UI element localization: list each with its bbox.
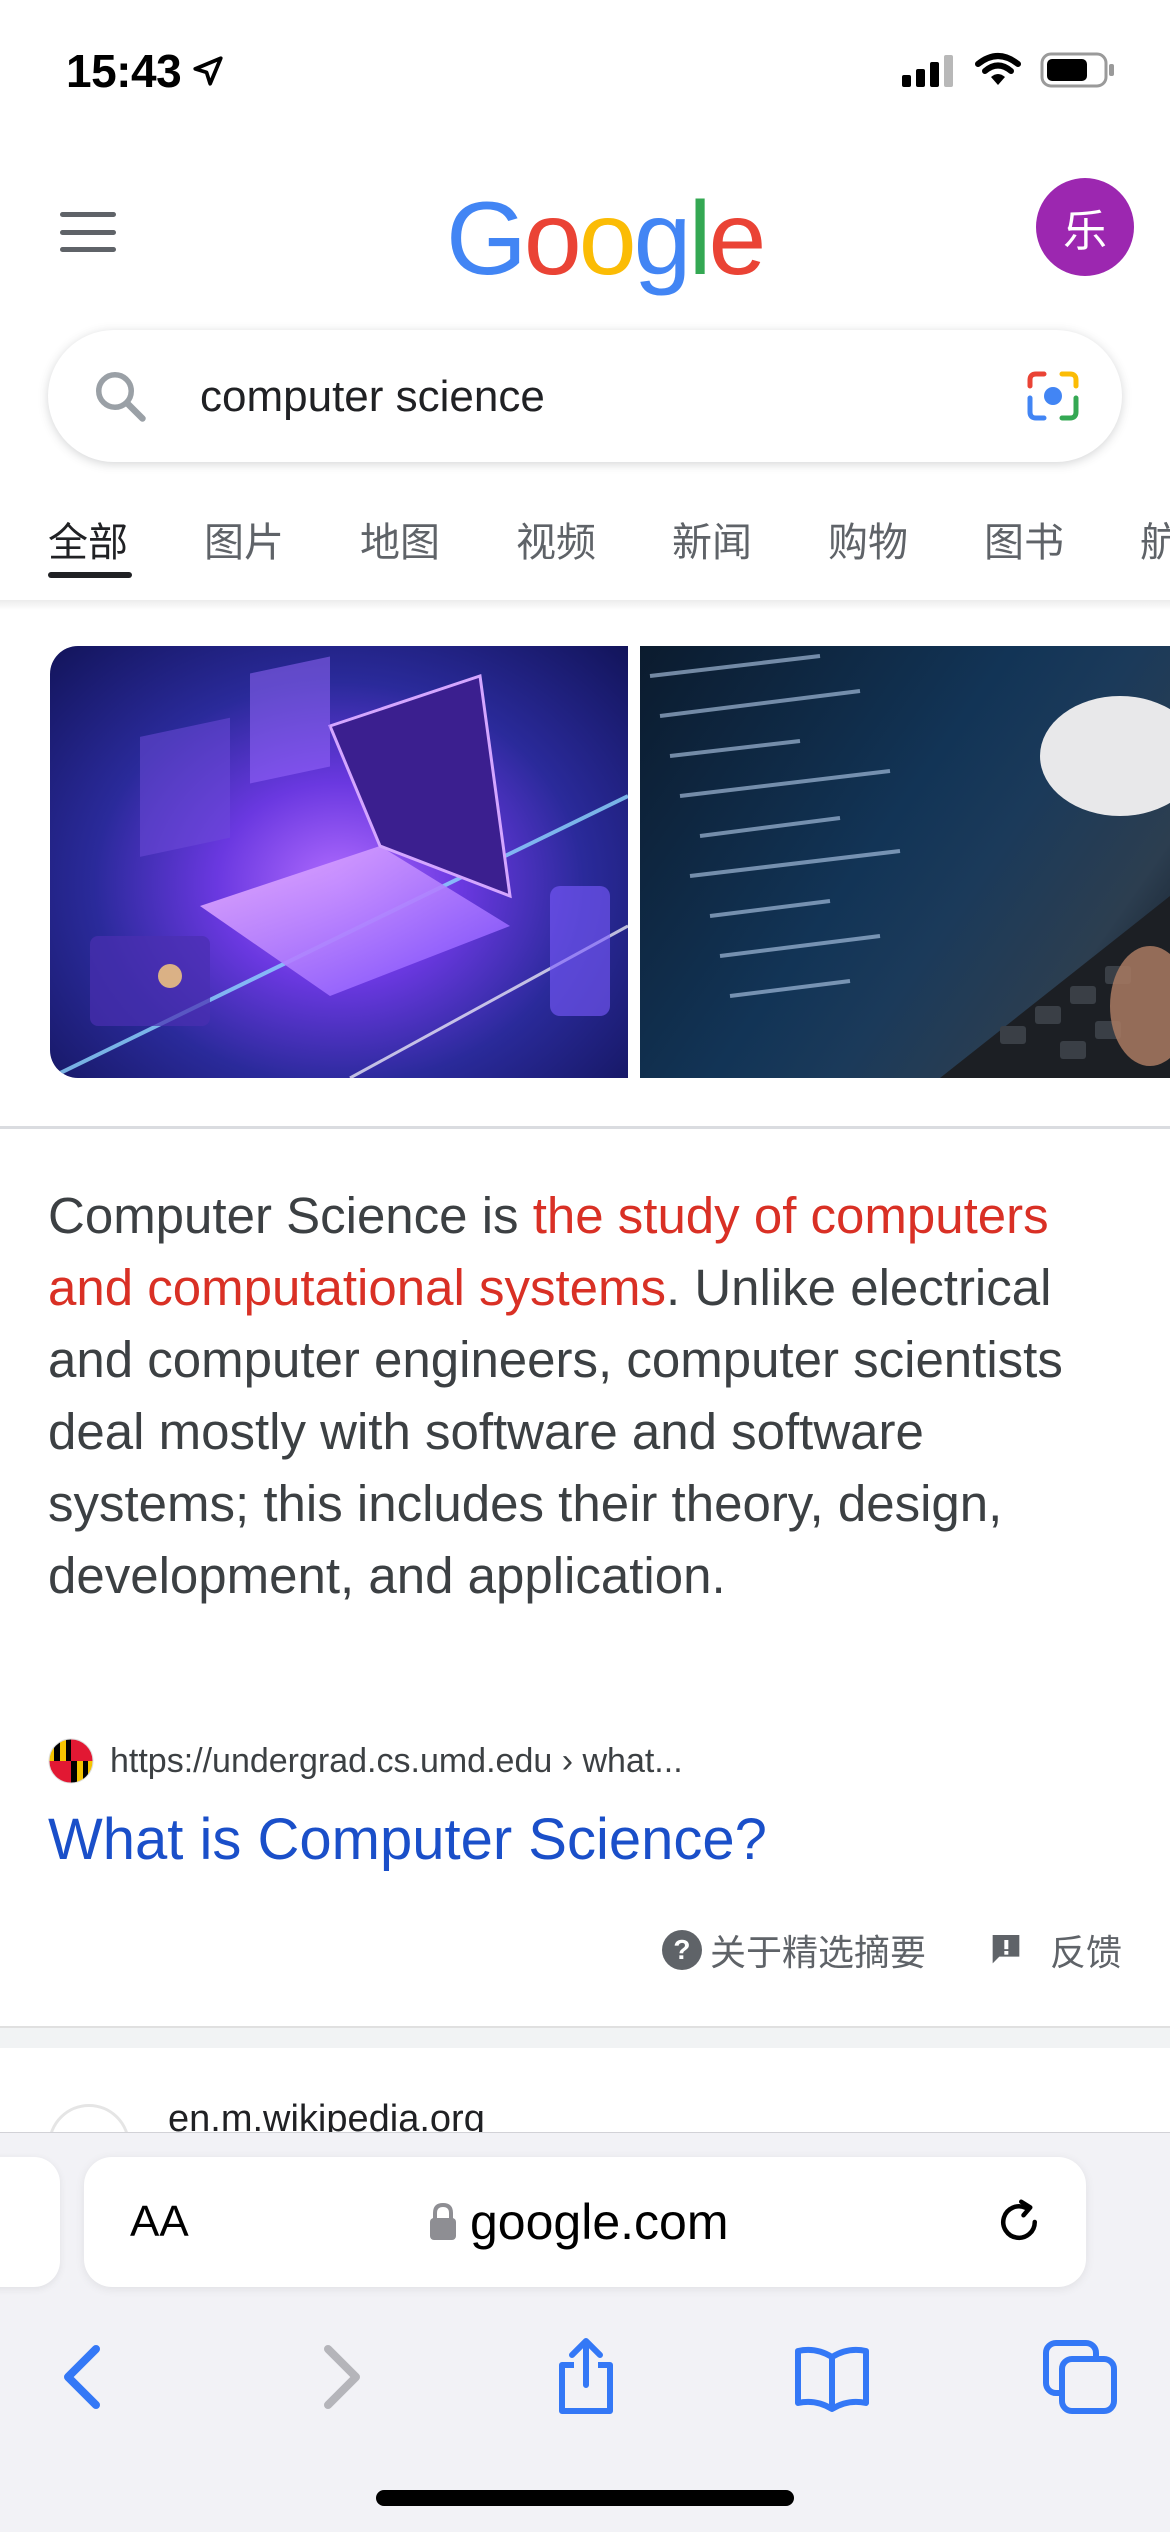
text-size-button[interactable]: AA xyxy=(130,2197,189,2247)
section-divider xyxy=(0,1126,1170,1129)
code-on-laptop-photo[interactable] xyxy=(640,646,1170,1078)
tabs-shadow xyxy=(0,600,1170,610)
feedback-flag-icon xyxy=(992,1935,1020,1964)
back-icon[interactable] xyxy=(46,2337,126,2417)
google-header: Google 乐 xyxy=(0,150,1170,320)
google-logo[interactable]: Google xyxy=(446,180,767,299)
safari-bottom-bar: AA google.com xyxy=(0,2132,1170,2532)
logo-letter: o xyxy=(523,181,582,297)
share-icon[interactable] xyxy=(546,2337,626,2417)
featured-snippet-text: Computer Science is the study of compute… xyxy=(48,1180,1128,1612)
status-bar: 15:43 xyxy=(0,0,1170,150)
url-text: google.com xyxy=(470,2194,729,2250)
location-arrow-icon xyxy=(193,56,223,86)
home-indicator[interactable] xyxy=(376,2490,794,2506)
section-separator xyxy=(0,2026,1170,2048)
search-box[interactable]: computer science xyxy=(48,330,1122,462)
tab-videos[interactable]: 视频 xyxy=(516,510,596,568)
feedback-label: 反馈 xyxy=(1049,1933,1122,1974)
logo-letter: g xyxy=(633,181,692,297)
source-url[interactable]: https://undergrad.cs.umd.edu › what... xyxy=(110,1742,683,1781)
about-featured-snippets-button[interactable]: ? 关于精选摘要 xyxy=(661,1924,926,1976)
lock-icon xyxy=(430,2202,456,2240)
wifi-icon xyxy=(975,53,1021,85)
umd-favicon-icon xyxy=(48,1738,94,1784)
forward-icon[interactable] xyxy=(298,2337,378,2417)
clock-text: 15:43 xyxy=(66,45,182,97)
about-label: 关于精选摘要 xyxy=(709,1933,926,1974)
tab-books[interactable]: 图书 xyxy=(984,510,1064,568)
status-time: 15:43 xyxy=(66,44,225,98)
previous-tab-peek[interactable] xyxy=(0,2157,60,2287)
logo-letter: G xyxy=(446,181,527,297)
battery-icon xyxy=(1040,52,1114,88)
snippet-text-before: Computer Science is xyxy=(48,1187,533,1244)
reload-icon[interactable] xyxy=(992,2195,1046,2249)
url-display[interactable]: google.com xyxy=(428,2193,729,2251)
laptop-illustration-image[interactable] xyxy=(50,646,628,1078)
status-icons xyxy=(902,52,1116,88)
tab-maps[interactable]: 地图 xyxy=(360,510,440,568)
safari-toolbar xyxy=(0,2323,1170,2443)
snippet-footer: ? 关于精选摘要 反馈 xyxy=(661,1924,1122,1976)
result-title-link[interactable]: What is Computer Science? xyxy=(48,1806,767,1873)
snippet-source[interactable]: https://undergrad.cs.umd.edu › what... xyxy=(48,1736,683,1786)
tab-news[interactable]: 新闻 xyxy=(672,510,752,568)
cellular-signal-icon xyxy=(902,55,953,87)
search-icon[interactable] xyxy=(90,366,150,426)
bookmarks-icon[interactable] xyxy=(792,2337,872,2417)
search-tabs: 全部 图片 地图 视频 新闻 购物 图书 航 xyxy=(0,500,1170,590)
account-avatar[interactable]: 乐 xyxy=(1036,178,1134,276)
tab-flights[interactable]: 航 xyxy=(1140,510,1170,568)
question-circle-icon: ? xyxy=(661,1930,702,1970)
hamburger-menu-icon[interactable] xyxy=(60,212,116,252)
tab-all[interactable]: 全部 xyxy=(48,510,128,568)
tab-images[interactable]: 图片 xyxy=(204,510,284,568)
logo-letter: o xyxy=(578,181,637,297)
logo-letter: l xyxy=(688,181,711,297)
search-input[interactable]: computer science xyxy=(200,372,545,422)
tab-shopping[interactable]: 购物 xyxy=(828,510,908,568)
text-size-label: AA xyxy=(130,2197,189,2246)
google-lens-camera-icon[interactable] xyxy=(1024,368,1082,424)
address-bar[interactable]: AA google.com xyxy=(84,2157,1086,2287)
active-tab-underline xyxy=(48,572,132,578)
feedback-button[interactable]: 反馈 xyxy=(986,1924,1122,1976)
tabs-icon[interactable] xyxy=(1040,2337,1120,2417)
logo-letter: e xyxy=(708,181,767,297)
